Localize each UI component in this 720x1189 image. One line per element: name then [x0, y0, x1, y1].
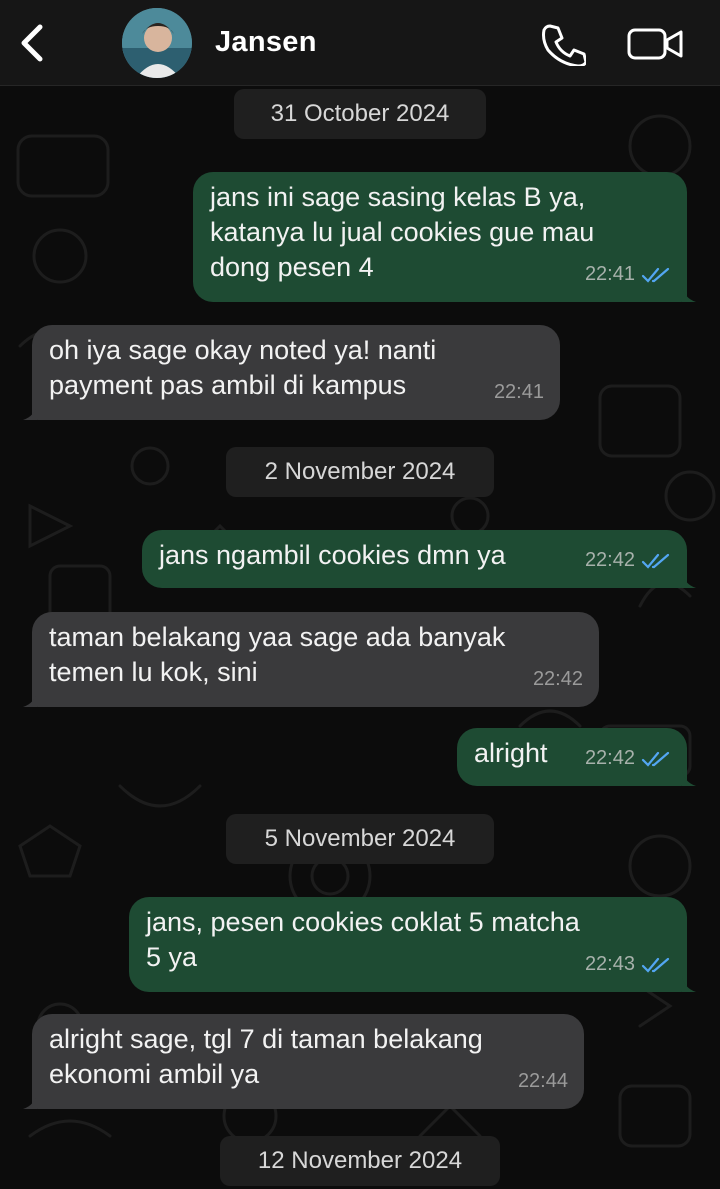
bubble-tail — [23, 404, 37, 420]
message-bubble-incoming[interactable]: taman belakang yaa sage ada banyak temen… — [23, 612, 599, 707]
message-time: 22:42 — [584, 549, 635, 571]
message-time: 22:41 — [584, 263, 635, 285]
read-receipt-icon — [641, 957, 670, 973]
contact-name[interactable]: Jansen — [215, 26, 317, 59]
message-bubble-outgoing[interactable]: jans, pesen cookies coklat 5 matcha 5 ya… — [129, 897, 696, 992]
message-meta: 22:42 — [533, 662, 583, 697]
message-meta: 22:42 — [585, 543, 671, 578]
date-separator: 2 November 2024 — [226, 447, 494, 497]
message-text: oh iya sage okay noted ya! nanti payment… — [49, 335, 437, 400]
bubble-tail — [682, 572, 696, 588]
date-separator: 12 November 2024 — [220, 1136, 500, 1186]
message-time: 22:43 — [584, 953, 635, 975]
message-time: 22:44 — [517, 1070, 568, 1092]
video-camera-icon — [627, 28, 683, 60]
message-meta: 22:43 — [585, 947, 671, 982]
video-call-button[interactable] — [626, 24, 684, 64]
date-separator: 31 October 2024 — [234, 89, 486, 139]
message-bubble-incoming[interactable]: alright sage, tgl 7 di taman belakang ek… — [23, 1014, 584, 1109]
bubble-tail — [682, 770, 696, 786]
voice-call-button[interactable] — [540, 22, 588, 68]
read-receipt-icon — [641, 553, 670, 569]
avatar[interactable] — [122, 8, 192, 78]
message-bubble-outgoing[interactable]: jans ngambil cookies dmn ya 22:42 — [142, 530, 696, 588]
message-meta: 22:44 — [518, 1064, 568, 1099]
message-meta: 22:41 — [494, 375, 544, 410]
date-separator: 5 November 2024 — [226, 814, 494, 864]
message-list[interactable]: 31 October 2024 jans ini sage sasing kel… — [0, 86, 720, 1189]
read-receipt-icon — [641, 751, 670, 767]
chat-screen: Jansen 31 October 2024 jans ini sage sas… — [0, 0, 720, 1189]
bubble-tail — [23, 1093, 37, 1109]
message-time: 22:42 — [584, 747, 635, 769]
message-bubble-incoming[interactable]: oh iya sage okay noted ya! nanti payment… — [23, 325, 560, 420]
message-text: alright sage, tgl 7 di taman belakang ek… — [49, 1024, 483, 1089]
bubble-tail — [23, 691, 37, 707]
message-meta: 22:42 — [585, 741, 671, 776]
message-time: 22:41 — [493, 381, 544, 403]
bubble-tail — [682, 976, 696, 992]
message-text: taman belakang yaa sage ada banyak temen… — [49, 622, 506, 687]
read-receipt-icon — [641, 267, 670, 283]
message-bubble-outgoing[interactable]: jans ini sage sasing kelas B ya, katanya… — [193, 172, 696, 302]
message-bubble-outgoing[interactable]: alright 22:42 — [457, 728, 696, 786]
message-meta: 22:41 — [585, 257, 671, 292]
chat-header: Jansen — [0, 0, 720, 86]
phone-icon — [542, 24, 588, 68]
chevron-left-icon — [21, 24, 43, 62]
bubble-tail — [682, 286, 696, 302]
back-button[interactable] — [14, 22, 50, 64]
message-time: 22:42 — [532, 668, 583, 690]
avatar-photo — [122, 8, 192, 78]
